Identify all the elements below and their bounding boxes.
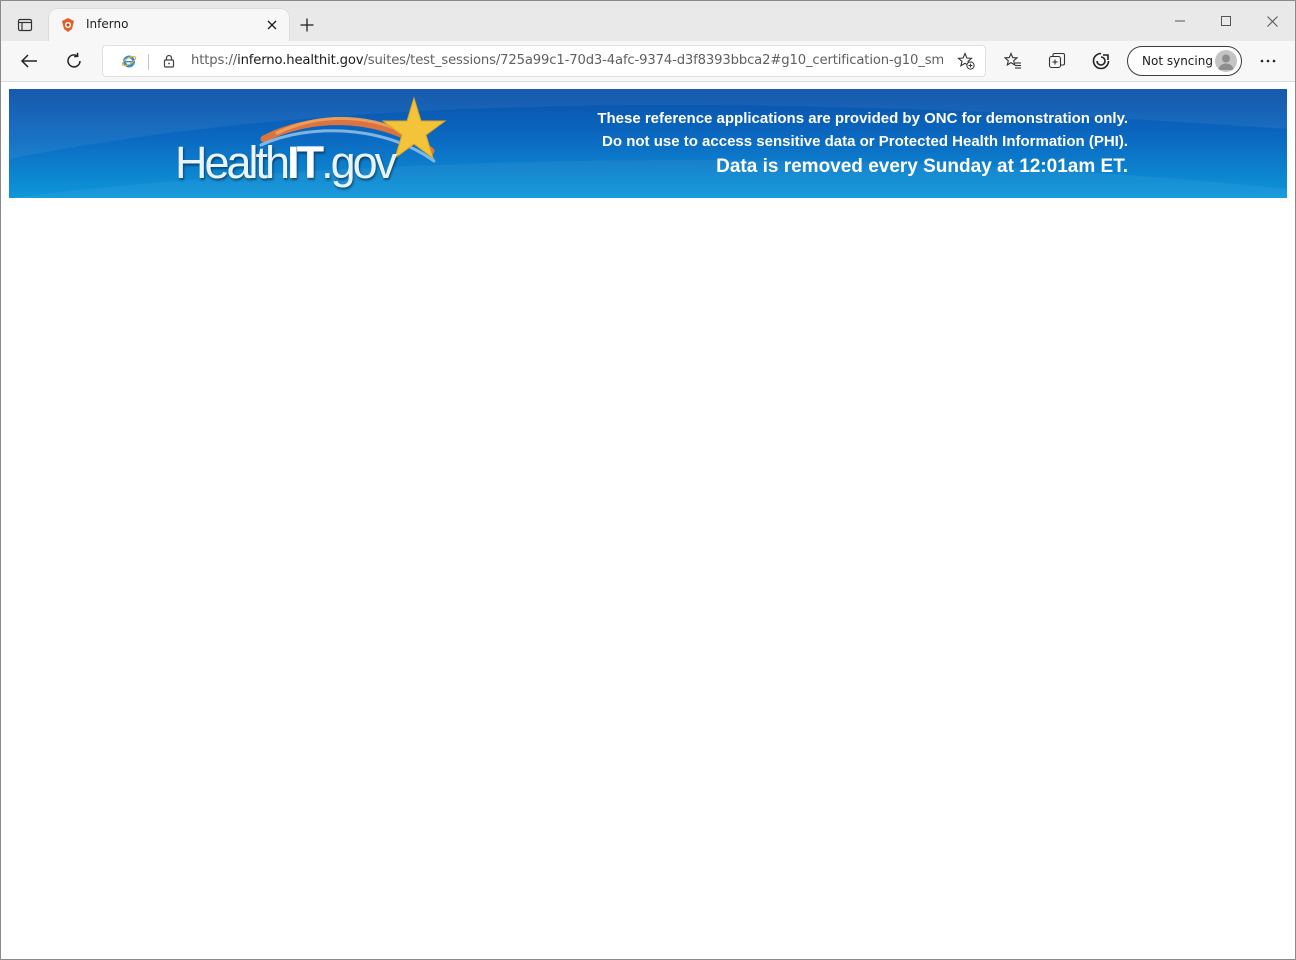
inferno-favicon (62, 18, 74, 32)
logo-text-gov: .gov (321, 137, 397, 188)
healthit-banner: HealthIT.gov These reference application… (9, 89, 1287, 198)
new-tab-button[interactable] (293, 11, 321, 39)
url-text[interactable]: https://inferno.healthit.gov/suites/test… (191, 53, 943, 68)
plus-icon (300, 18, 314, 32)
logo-text-it: IT (287, 137, 324, 188)
browser-essentials-button[interactable] (1085, 45, 1117, 77)
lock-icon[interactable] (161, 53, 177, 69)
url-path: /suites/test_sessions/725a99c1-70d3-4afc… (363, 53, 943, 68)
minimize-button[interactable] (1157, 1, 1203, 41)
tab-close-button[interactable] (263, 16, 281, 34)
demo-notice: These reference applications are provide… (597, 107, 1128, 180)
url-prefix: https:// (191, 53, 238, 68)
browser-toolbar: https://inferno.healthit.gov/suites/test… (1, 41, 1295, 82)
maximize-icon (1221, 16, 1231, 26)
collections-button[interactable] (1041, 45, 1073, 77)
tab-title: Inferno (86, 17, 129, 31)
address-separator (148, 54, 149, 70)
favorites-icon (1004, 52, 1021, 69)
more-icon (1260, 59, 1276, 63)
profile-avatar-icon (1215, 50, 1237, 72)
logo-text-health: Health (175, 137, 290, 188)
window-controls (1157, 1, 1295, 41)
maximize-button[interactable] (1203, 1, 1249, 41)
refresh-icon (67, 52, 81, 68)
add-favorite-icon[interactable] (957, 52, 975, 70)
minimize-icon (1175, 20, 1185, 22)
notice-line-1: These reference applications are provide… (597, 110, 1128, 127)
page-content: HealthIT.gov These reference application… (1, 82, 1295, 959)
browser-window: Inferno https://inferno.healthit.gov/sui… (0, 0, 1296, 960)
ie-mode-icon (121, 55, 137, 68)
notice-line-3: Data is removed every Sunday at 12:01am … (716, 156, 1128, 177)
back-button[interactable] (13, 45, 45, 77)
favorites-button[interactable] (997, 45, 1029, 77)
close-window-icon (1266, 15, 1278, 27)
tab-actions-icon (17, 18, 33, 32)
sync-status-label: Not syncing (1142, 54, 1213, 68)
refresh-button[interactable] (58, 45, 90, 77)
tab-actions-button[interactable] (9, 9, 41, 41)
profile-sync-button[interactable]: Not syncing (1127, 46, 1242, 76)
browser-essentials-icon (1092, 52, 1110, 70)
healthit-logo[interactable]: HealthIT.gov (169, 95, 449, 195)
more-button[interactable] (1252, 45, 1284, 77)
logo-wordmark: HealthIT.gov (175, 137, 397, 189)
notice-line-2: Do not use to access sensitive data or P… (602, 133, 1128, 150)
close-window-button[interactable] (1249, 1, 1295, 41)
close-icon (267, 20, 277, 30)
tab-inferno[interactable]: Inferno (49, 9, 289, 41)
url-host: inferno.healthit.gov (237, 53, 364, 68)
address-bar[interactable]: https://inferno.healthit.gov/suites/test… (102, 45, 986, 77)
back-icon (20, 54, 37, 68)
collections-icon (1048, 52, 1066, 69)
tab-strip: Inferno (1, 1, 1295, 41)
